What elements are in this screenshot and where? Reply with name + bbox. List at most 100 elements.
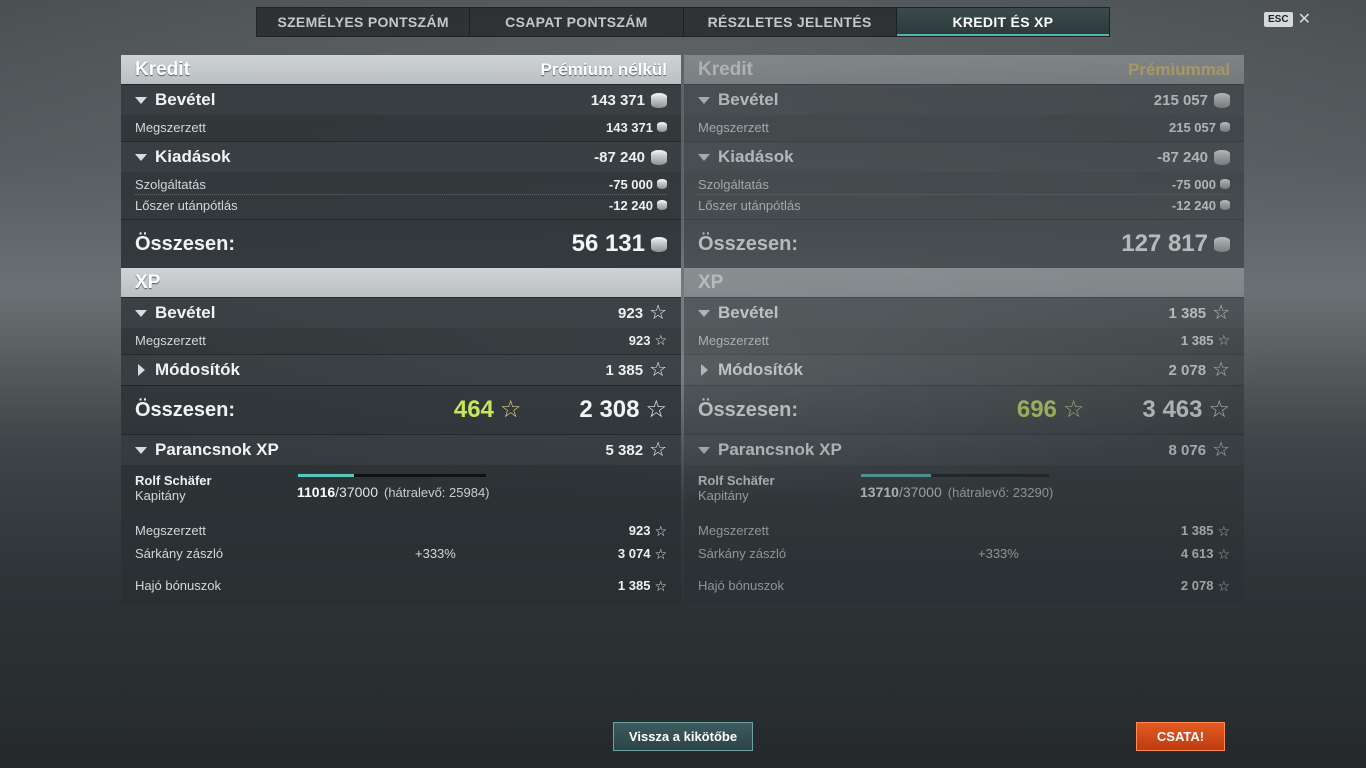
star-icon: ☆ [1217, 522, 1230, 539]
chevron-down-icon [698, 446, 710, 454]
free-xp-star-icon: ☆ [1062, 396, 1085, 423]
credit-coin-icon [657, 200, 667, 210]
commander-name: Rolf Schäfer [135, 473, 212, 488]
credit-title: Kredit [135, 58, 190, 80]
commander-progress-bar [860, 473, 1050, 478]
xp-title: XP [135, 271, 161, 293]
chevron-down-icon [698, 153, 710, 161]
free-xp-value: 464 [453, 396, 494, 423]
star-icon: ☆ [654, 577, 667, 594]
list-item: Megszerzett 923 ☆ [135, 522, 667, 539]
commander-rank: Kapitány [698, 488, 749, 503]
credit-coin-icon [1220, 122, 1230, 132]
xp-income-rows: Megszerzett 923 ☆ [121, 328, 681, 354]
commander-name: Rolf Schäfer [698, 473, 775, 488]
panel-with-premium: Kredit Prémiummal Bevétel 215 057 Megsze… [684, 55, 1244, 605]
credit-income-value: 215 057 [1153, 91, 1208, 109]
commander-xp-section[interactable]: Parancsnok XP 8 076 ☆ [684, 434, 1244, 465]
credit-income-rows: Megszerzett 215 057 [684, 115, 1244, 141]
list-item: Lőszer utánpótlás -12 240 [698, 195, 1230, 215]
star-icon: ☆ [1208, 396, 1230, 423]
list-item: Megszerzett 215 057 [698, 117, 1230, 137]
tab-personal-score[interactable]: SZEMÉLYES PONTSZÁM [257, 8, 471, 36]
free-xp-star-icon: ☆ [499, 396, 522, 423]
section-label: Bevétel [718, 303, 779, 322]
star-icon: ☆ [649, 302, 667, 324]
tab-bar: SZEMÉLYES PONTSZÁM CSAPAT PONTSZÁM RÉSZL… [256, 7, 1110, 37]
list-item: Szolgáltatás -75 000 [698, 174, 1230, 195]
xp-title: XP [698, 271, 724, 293]
star-icon: ☆ [1217, 332, 1230, 348]
credit-total: Összesen: 56 131 [121, 219, 681, 268]
star-icon: ☆ [649, 359, 667, 381]
star-icon: ☆ [645, 396, 667, 423]
battle-button[interactable]: CSATA! [1136, 722, 1225, 751]
commander-rank: Kapitány [135, 488, 186, 503]
list-item: Lőszer utánpótlás -12 240 [135, 195, 667, 215]
tab-team-score[interactable]: CSAPAT PONTSZÁM [470, 8, 684, 36]
list-item: Szolgáltatás -75 000 [135, 174, 667, 195]
tab-credits-xp[interactable]: KREDIT ÉS XP [896, 8, 1109, 36]
xp-total: Összesen: 696 ☆ 3 463 ☆ [684, 385, 1244, 434]
xp-header: XP [684, 268, 1244, 297]
panel-without-premium: Kredit Prémium nélkül Bevétel 143 371 Me… [121, 55, 681, 605]
xp-header: XP [121, 268, 681, 297]
esc-key-icon[interactable]: ESC [1264, 12, 1293, 27]
star-icon: ☆ [654, 522, 667, 539]
star-icon: ☆ [1212, 359, 1230, 381]
section-label: Bevétel [155, 90, 216, 109]
chevron-right-icon [701, 364, 708, 376]
tab-detailed-report[interactable]: RÉSZLETES JELENTÉS [684, 8, 897, 36]
credit-expenses-section[interactable]: Kiadások -87 240 [121, 141, 681, 172]
xp-modifiers-section[interactable]: Módosítók 1 385 ☆ [121, 354, 681, 385]
star-icon: ☆ [654, 332, 667, 348]
list-item: Megszerzett 143 371 [135, 117, 667, 137]
close-control[interactable]: ESC ✕ [1264, 11, 1311, 27]
close-icon[interactable]: ✕ [1298, 11, 1311, 27]
credit-expenses-section[interactable]: Kiadások -87 240 [684, 141, 1244, 172]
chevron-down-icon [135, 153, 147, 161]
xp-modifiers-section[interactable]: Módosítók 2 078 ☆ [684, 354, 1244, 385]
credit-income-section[interactable]: Bevétel 143 371 [121, 84, 681, 115]
credit-coin-icon [1220, 179, 1230, 189]
commander-xp-section[interactable]: Parancsnok XP 5 382 ☆ [121, 434, 681, 465]
xp-total: Összesen: 464 ☆ 2 308 ☆ [121, 385, 681, 434]
credit-header: Kredit Prémium nélkül [121, 55, 681, 84]
section-label: Kiadások [718, 147, 794, 166]
chevron-down-icon [135, 96, 147, 104]
chevron-down-icon [135, 446, 147, 454]
list-item: Sárkány zászló +333% 3 074 ☆ [135, 545, 667, 562]
star-icon: ☆ [1217, 545, 1230, 562]
credit-coin-icon [651, 236, 667, 252]
list-item: Megszerzett 1 385 ☆ [698, 522, 1230, 539]
commander-progress-text: 13710/37000 (hátralevő: 23290) [860, 484, 1054, 500]
xp-income-rows: Megszerzett 1 385 ☆ [684, 328, 1244, 354]
credit-header: Kredit Prémiummal [684, 55, 1244, 84]
xp-total-value: 3 463 [1142, 396, 1203, 423]
credit-coin-icon [1214, 92, 1230, 108]
credit-coin-icon [657, 179, 667, 189]
credit-coin-icon [1214, 236, 1230, 252]
commander-details: Rolf Schäfer Kapitány 13710/37000 (hátral… [684, 465, 1244, 605]
list-item: Hajó bónuszok 2 078 ☆ [698, 577, 1230, 594]
star-icon: ☆ [1217, 577, 1230, 594]
xp-income-section[interactable]: Bevétel 923 ☆ [121, 297, 681, 328]
credit-total-value: 56 131 [571, 230, 645, 257]
list-item: Sárkány zászló +333% 4 613 ☆ [698, 545, 1230, 562]
section-label: Kiadások [155, 147, 231, 166]
commander-details: Rolf Schäfer Kapitány 11016/37000 (hátral… [121, 465, 681, 605]
back-to-port-button[interactable]: Vissza a kikötőbe [613, 722, 753, 751]
credit-income-section[interactable]: Bevétel 215 057 [684, 84, 1244, 115]
credit-income-rows: Megszerzett 143 371 [121, 115, 681, 141]
section-label: Parancsnok XP [155, 440, 279, 459]
chevron-down-icon [698, 309, 710, 317]
star-icon: ☆ [649, 439, 667, 461]
chevron-right-icon [138, 364, 145, 376]
section-label: Módosítók [718, 360, 803, 379]
list-item: Megszerzett 923 ☆ [135, 332, 667, 348]
credit-total-value: 127 817 [1121, 230, 1208, 257]
list-item: Hajó bónuszok 1 385 ☆ [135, 577, 667, 594]
xp-income-section[interactable]: Bevétel 1 385 ☆ [684, 297, 1244, 328]
section-label: Bevétel [718, 90, 779, 109]
chevron-down-icon [698, 96, 710, 104]
